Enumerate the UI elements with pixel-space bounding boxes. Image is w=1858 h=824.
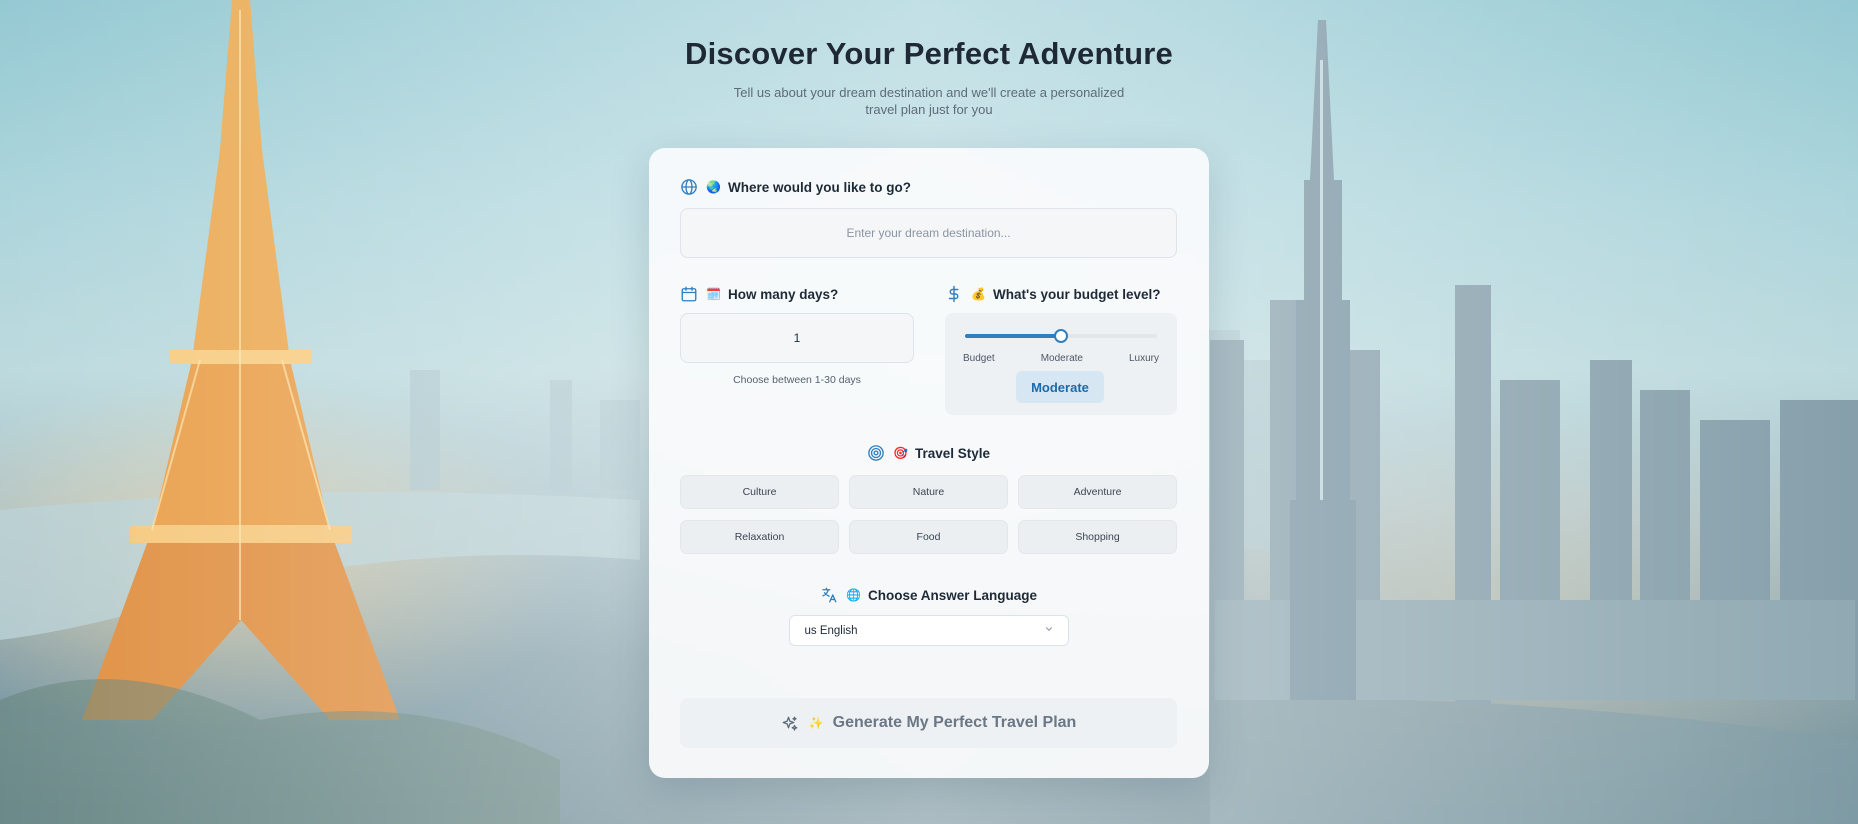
style-option-relaxation[interactable]: Relaxation <box>680 520 839 554</box>
money-emoji: 💰 <box>971 287 986 301</box>
travel-form-card: 🌏 Where would you like to go? 🗓️ How man… <box>649 148 1209 778</box>
budget-slider-ticks: Budget Moderate Luxury <box>963 353 1159 364</box>
sparkle-emoji: ✨ <box>808 716 824 730</box>
destination-label: 🌏 Where would you like to go? <box>680 178 1177 196</box>
language-select[interactable]: us English <box>788 615 1069 646</box>
budget-label: 💰 What's your budget level? <box>945 285 1177 303</box>
style-option-shopping[interactable]: Shopping <box>1018 520 1177 554</box>
budget-slider-fill <box>965 334 1061 338</box>
budget-label-text: What's your budget level? <box>993 286 1161 302</box>
language-label-text: Choose Answer Language <box>867 587 1038 603</box>
budget-tick-budget: Budget <box>963 353 995 364</box>
days-value: 1 <box>793 331 801 345</box>
style-option-adventure[interactable]: Adventure <box>1018 475 1177 509</box>
earth-emoji: 🌏 <box>706 180 721 194</box>
dart-emoji: 🎯 <box>892 446 908 460</box>
generate-plan-label: Generate My Perfect Travel Plan <box>832 714 1077 731</box>
destination-input[interactable] <box>680 208 1177 258</box>
budget-slider[interactable] <box>965 329 1157 343</box>
travel-style-options: Culture Nature Adventure Relaxation Food… <box>680 475 1177 554</box>
budget-selected-badge: Moderate <box>1016 371 1104 403</box>
sparkles-icon <box>781 714 799 732</box>
page-subtitle: Tell us about your dream destination and… <box>733 85 1125 117</box>
translate-icon <box>820 586 838 604</box>
travel-style-section: 🎯 Travel Style Culture Nature Adventure … <box>680 444 1177 554</box>
style-option-food[interactable]: Food <box>849 520 1008 554</box>
days-hint: Choose between 1-30 days <box>733 374 861 386</box>
page-header: Discover Your Perfect Adventure Tell us … <box>0 36 1858 118</box>
budget-slider-box: Budget Moderate Luxury Moderate <box>945 313 1177 415</box>
dollar-icon <box>945 285 963 303</box>
budget-slider-thumb[interactable] <box>1054 329 1068 343</box>
destination-section: 🌏 Where would you like to go? <box>680 178 1177 258</box>
budget-section: 💰 What's your budget level? Budget Moder… <box>945 285 1177 415</box>
chevron-down-icon <box>1044 624 1054 637</box>
page-title: Discover Your Perfect Adventure <box>684 36 1174 71</box>
language-label: 🌐 Choose Answer Language <box>680 586 1177 604</box>
days-label: 🗓️ How many days? <box>680 285 914 303</box>
calendar-emoji: 🗓️ <box>706 287 721 301</box>
calendar-icon <box>680 285 698 303</box>
target-icon <box>867 444 885 462</box>
generate-plan-button[interactable]: ✨ Generate My Perfect Travel Plan <box>680 698 1177 748</box>
style-option-culture[interactable]: Culture <box>680 475 839 509</box>
destination-label-text: Where would you like to go? <box>728 179 912 195</box>
budget-tick-moderate: Moderate <box>1040 353 1083 364</box>
days-section: 🗓️ How many days? 1 Choose between 1-30 … <box>680 285 914 386</box>
days-label-text: How many days? <box>728 286 839 302</box>
travel-style-label: 🎯 Travel Style <box>680 444 1177 462</box>
globe-icon <box>680 178 698 196</box>
budget-tick-luxury: Luxury <box>1128 353 1159 364</box>
days-input[interactable]: 1 <box>680 313 914 363</box>
language-selected-value: us English <box>804 624 858 637</box>
language-section: 🌐 Choose Answer Language us English <box>680 586 1177 646</box>
globe-emoji: 🌐 <box>845 588 861 602</box>
travel-style-label-text: Travel Style <box>914 445 991 461</box>
style-option-nature[interactable]: Nature <box>849 475 1008 509</box>
